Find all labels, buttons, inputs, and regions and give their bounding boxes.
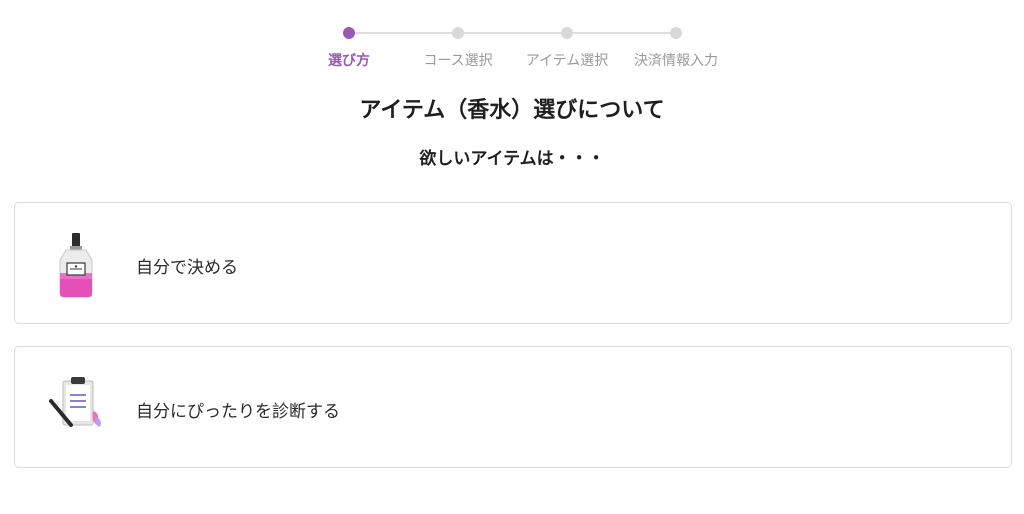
step-label: コース選択 bbox=[423, 53, 493, 69]
progress-stepper: 選び方 コース選択 アイテム選択 決済情報入力 bbox=[0, 24, 1024, 74]
step-label: 選び方 bbox=[328, 53, 370, 69]
step-payment-info: 決済情報入力 bbox=[621, 24, 731, 70]
option-label: 自分にぴったりを診断する bbox=[136, 402, 340, 422]
step-dot bbox=[670, 27, 682, 39]
step-label: 決済情報入力 bbox=[634, 53, 718, 69]
step-label: アイテム選択 bbox=[525, 53, 609, 69]
step-dot bbox=[561, 27, 573, 39]
perfume-bottle-icon bbox=[45, 229, 109, 299]
option-label: 自分で決める bbox=[136, 258, 238, 278]
option-choose-yourself[interactable]: 自分で決める bbox=[14, 202, 1012, 324]
page-subtitle: 欲しいアイテムは・・・ bbox=[419, 149, 605, 169]
step-choose-method: 選び方 bbox=[294, 24, 404, 70]
page: 選び方 コース選択 アイテム選択 決済情報入力 アイテム（香水）選びについて 欲… bbox=[0, 0, 1024, 514]
clipboard-pen-icon bbox=[45, 373, 109, 443]
page-title: アイテム（香水）選びについて bbox=[359, 98, 665, 123]
step-course-select: コース選択 bbox=[403, 24, 513, 70]
step-item-select: アイテム選択 bbox=[512, 24, 622, 70]
step-dot-active bbox=[343, 27, 355, 39]
option-diagnose[interactable]: 自分にぴったりを診断する bbox=[14, 346, 1012, 468]
step-dot bbox=[452, 27, 464, 39]
